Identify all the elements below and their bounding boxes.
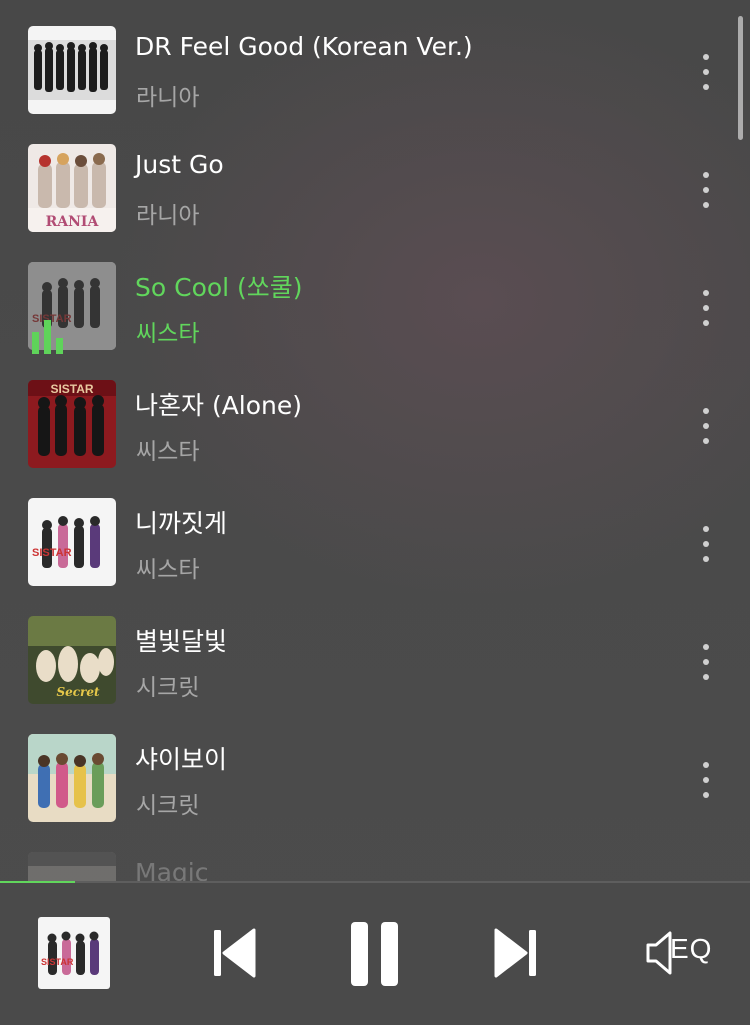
track-artist: 씨스타 <box>136 321 200 347</box>
track-artist: 라니아 <box>136 203 200 229</box>
track-title: DR Feel Good (Korean Ver.) <box>135 32 473 61</box>
album-art <box>28 852 116 882</box>
more-options-icon[interactable] <box>700 408 712 444</box>
track-row-now-playing[interactable]: SISTAR So Cool (쏘쿨) 씨스타 <box>0 262 750 380</box>
svg-text:Secret: Secret <box>56 685 100 699</box>
track-artist: 씨스타 <box>136 557 200 583</box>
track-row[interactable]: Magic <box>0 852 750 882</box>
more-options-icon[interactable] <box>700 290 712 326</box>
more-options-icon[interactable] <box>700 172 712 208</box>
skip-next-icon[interactable] <box>494 927 538 979</box>
album-art: Secret <box>28 616 116 704</box>
album-art: RANIA <box>28 144 116 232</box>
track-title: 니까짓게 <box>135 509 228 538</box>
track-row[interactable]: Secret 별빛달빛 시크릿 <box>0 616 750 734</box>
track-artist: 씨스타 <box>136 439 200 465</box>
svg-text:RANIA: RANIA <box>46 214 100 230</box>
skip-previous-icon[interactable] <box>212 927 256 979</box>
equalizer-button[interactable]: EQ <box>644 927 716 979</box>
svg-text:SISTAR: SISTAR <box>50 382 93 396</box>
track-artist: 시크릿 <box>136 675 200 701</box>
album-art: SISTAR <box>28 498 116 586</box>
track-title: 별빛달빛 <box>135 627 228 656</box>
more-options-icon[interactable] <box>700 644 712 680</box>
scrollbar[interactable] <box>738 16 743 140</box>
album-art <box>28 26 116 114</box>
svg-text:SISTAR: SISTAR <box>41 957 74 967</box>
track-title: 나혼자 (Alone) <box>135 391 303 420</box>
now-playing-bars-icon <box>32 320 63 354</box>
playlist: DR Feel Good (Korean Ver.) 라니아 RANIA Jus… <box>0 0 750 882</box>
track-artist: 라니아 <box>136 85 200 111</box>
more-options-icon[interactable] <box>700 762 712 798</box>
track-title: So Cool (쏘쿨) <box>135 273 303 302</box>
more-options-icon[interactable] <box>700 54 712 90</box>
track-title: Magic <box>135 858 209 882</box>
track-row[interactable]: SISTAR 니까짓게 씨스타 <box>0 498 750 616</box>
eq-label: EQ <box>670 933 713 964</box>
now-playing-album-art[interactable]: SISTAR <box>38 917 110 989</box>
album-art <box>28 734 116 822</box>
track-title: Just Go <box>135 150 224 179</box>
track-artist: 시크릿 <box>136 793 200 819</box>
pause-icon[interactable] <box>349 920 403 988</box>
track-row[interactable]: 샤이보이 시크릿 <box>0 734 750 852</box>
svg-text:SISTAR: SISTAR <box>32 547 72 559</box>
mini-player: SISTAR EQ <box>0 883 750 1025</box>
track-row[interactable]: RANIA Just Go 라니아 <box>0 144 750 262</box>
track-title: 샤이보이 <box>135 745 228 774</box>
track-row[interactable]: SISTAR 나혼자 (Alone) 씨스타 <box>0 380 750 498</box>
album-art: SISTAR <box>28 380 116 468</box>
more-options-icon[interactable] <box>700 526 712 562</box>
track-row[interactable]: DR Feel Good (Korean Ver.) 라니아 <box>0 26 750 144</box>
